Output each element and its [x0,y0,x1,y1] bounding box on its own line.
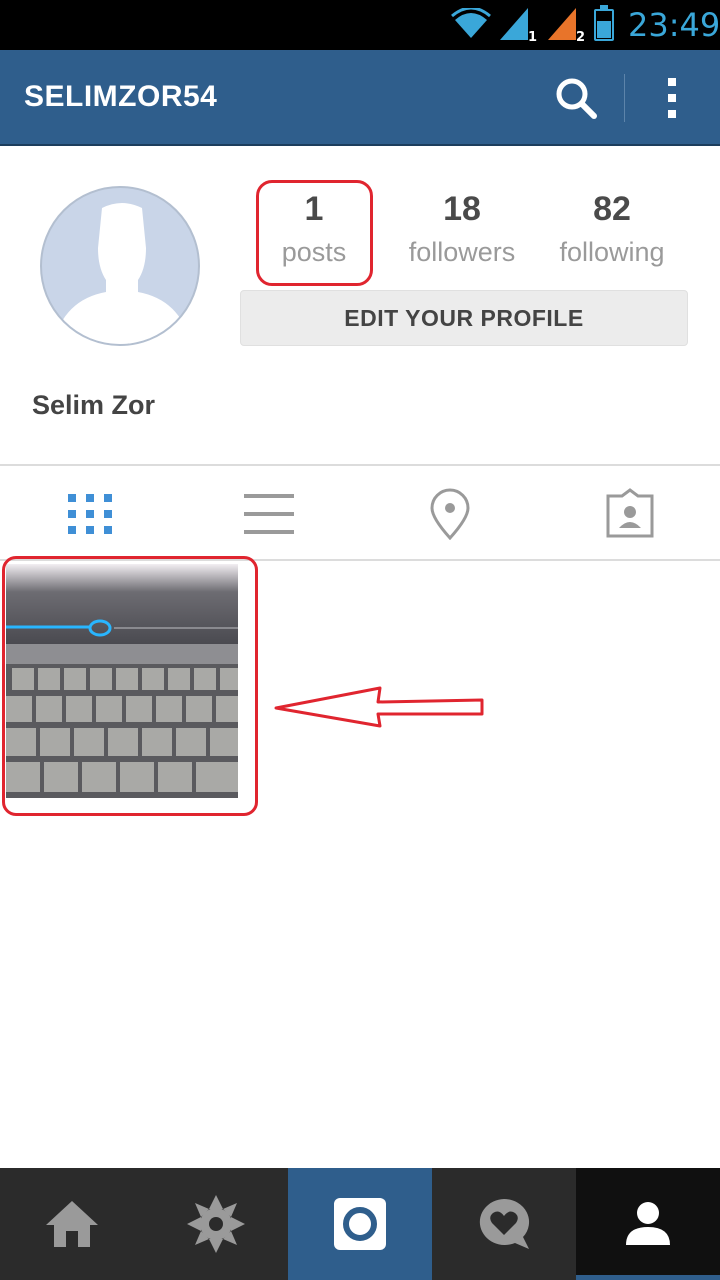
avatar[interactable] [40,186,200,346]
nav-activity[interactable] [432,1168,576,1280]
list-icon [244,494,294,534]
wifi-icon [451,8,491,38]
default-avatar-icon [53,203,191,344]
edit-profile-button[interactable]: EDIT YOUR PROFILE [240,290,688,346]
battery-icon [594,5,614,41]
app-header: SELIMZOR54 [0,50,720,146]
header-divider [624,74,625,122]
grid-icon [68,494,112,534]
tab-tagged[interactable] [604,488,656,540]
tagged-photos-icon [606,488,654,538]
profile-icon [626,1202,670,1245]
status-bar: 1 2 23:49 [0,0,720,50]
followers-stat[interactable]: 18 followers [387,190,537,268]
more-vert-icon [668,78,676,118]
post-highlight-annotation [2,556,258,816]
posts-highlight-annotation [256,180,373,286]
tab-location[interactable] [424,488,476,541]
signal-sim1-icon: 1 [500,8,537,42]
following-count: 82 [593,190,631,228]
svg-text:1: 1 [528,30,537,42]
explore-icon [187,1195,245,1253]
nav-camera[interactable] [288,1168,432,1280]
following-label: following [559,237,665,267]
svg-text:2: 2 [576,30,585,42]
tab-list[interactable] [244,488,296,540]
nav-home[interactable] [0,1168,144,1280]
home-icon [46,1201,98,1247]
signal-sim2-icon: 2 [548,8,585,42]
status-time: 23:49 [628,6,720,44]
profile-full-name: Selim Zor [32,390,156,420]
profile-view-tabs [0,464,720,561]
following-stat[interactable]: 82 following [537,190,687,268]
overflow-menu-button[interactable] [650,74,694,122]
nav-profile[interactable] [576,1168,720,1280]
activity-icon [479,1199,530,1249]
arrow-annotation-icon [274,686,484,728]
bottom-nav [0,1168,720,1280]
followers-count: 18 [443,190,481,228]
search-icon [556,78,597,119]
location-pin-icon [430,488,470,541]
followers-label: followers [408,237,516,267]
search-button[interactable] [552,74,600,122]
nav-explore[interactable] [144,1168,288,1280]
profile-username: SELIMZOR54 [24,80,218,113]
tab-grid[interactable] [64,488,116,540]
camera-icon [334,1198,386,1250]
